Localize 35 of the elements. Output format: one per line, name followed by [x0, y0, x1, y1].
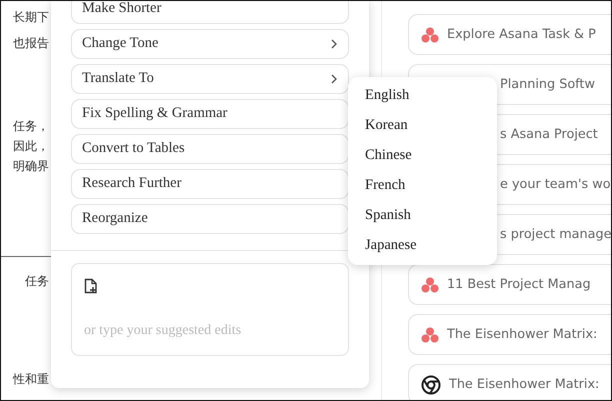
menu-item[interactable]: Fix Spelling & Grammar	[71, 99, 349, 129]
result-title: The Eisenhower Matrix:	[449, 376, 600, 394]
menu-item[interactable]: Translate To	[71, 64, 349, 94]
language-option[interactable]: Japanese	[348, 231, 497, 261]
browser-icon	[421, 374, 441, 394]
result-card[interactable]: Explore Asana Task & P	[408, 14, 611, 55]
text-fragment: 性和重	[13, 372, 49, 387]
text-fragment: 任务，	[13, 119, 49, 134]
result-title: 11 Best Project Manag	[447, 276, 591, 294]
result-title: The Eisenhower Matrix:	[447, 326, 598, 344]
three-dots-icon	[421, 26, 439, 42]
language-option[interactable]: Chinese	[348, 141, 497, 171]
menu-item[interactable]: Make Shorter	[71, 1, 349, 24]
result-title: Planning Softw	[500, 76, 595, 94]
language-option[interactable]: French	[348, 171, 497, 201]
result-card[interactable]: The Eisenhower Matrix:	[408, 314, 611, 355]
result-title: Explore Asana Task & P	[447, 26, 596, 44]
text-fragment: 因此，	[13, 139, 49, 154]
text-fragment: 明确界	[13, 159, 49, 174]
menu-item[interactable]: Change Tone	[71, 29, 349, 59]
result-title: s Asana Project	[500, 126, 598, 144]
language-option[interactable]: Spanish	[348, 201, 497, 231]
language-option[interactable]: Korean	[348, 111, 497, 141]
three-dots-icon	[421, 326, 439, 342]
menu-item[interactable]: Convert to Tables	[71, 134, 349, 164]
result-title: s project manage	[500, 226, 611, 244]
text-fragment: 任务	[25, 274, 49, 289]
result-title: e your team's wo	[500, 176, 611, 194]
text-fragment: 长期下	[13, 10, 49, 25]
three-dots-icon	[421, 276, 439, 292]
result-card[interactable]: The Eisenhower Matrix:	[408, 364, 611, 400]
menu-item[interactable]: Reorganize	[71, 204, 349, 234]
text-fragment: 也报告	[13, 36, 49, 51]
file-add-icon	[84, 278, 98, 294]
menu-item[interactable]: Research Further	[71, 169, 349, 199]
